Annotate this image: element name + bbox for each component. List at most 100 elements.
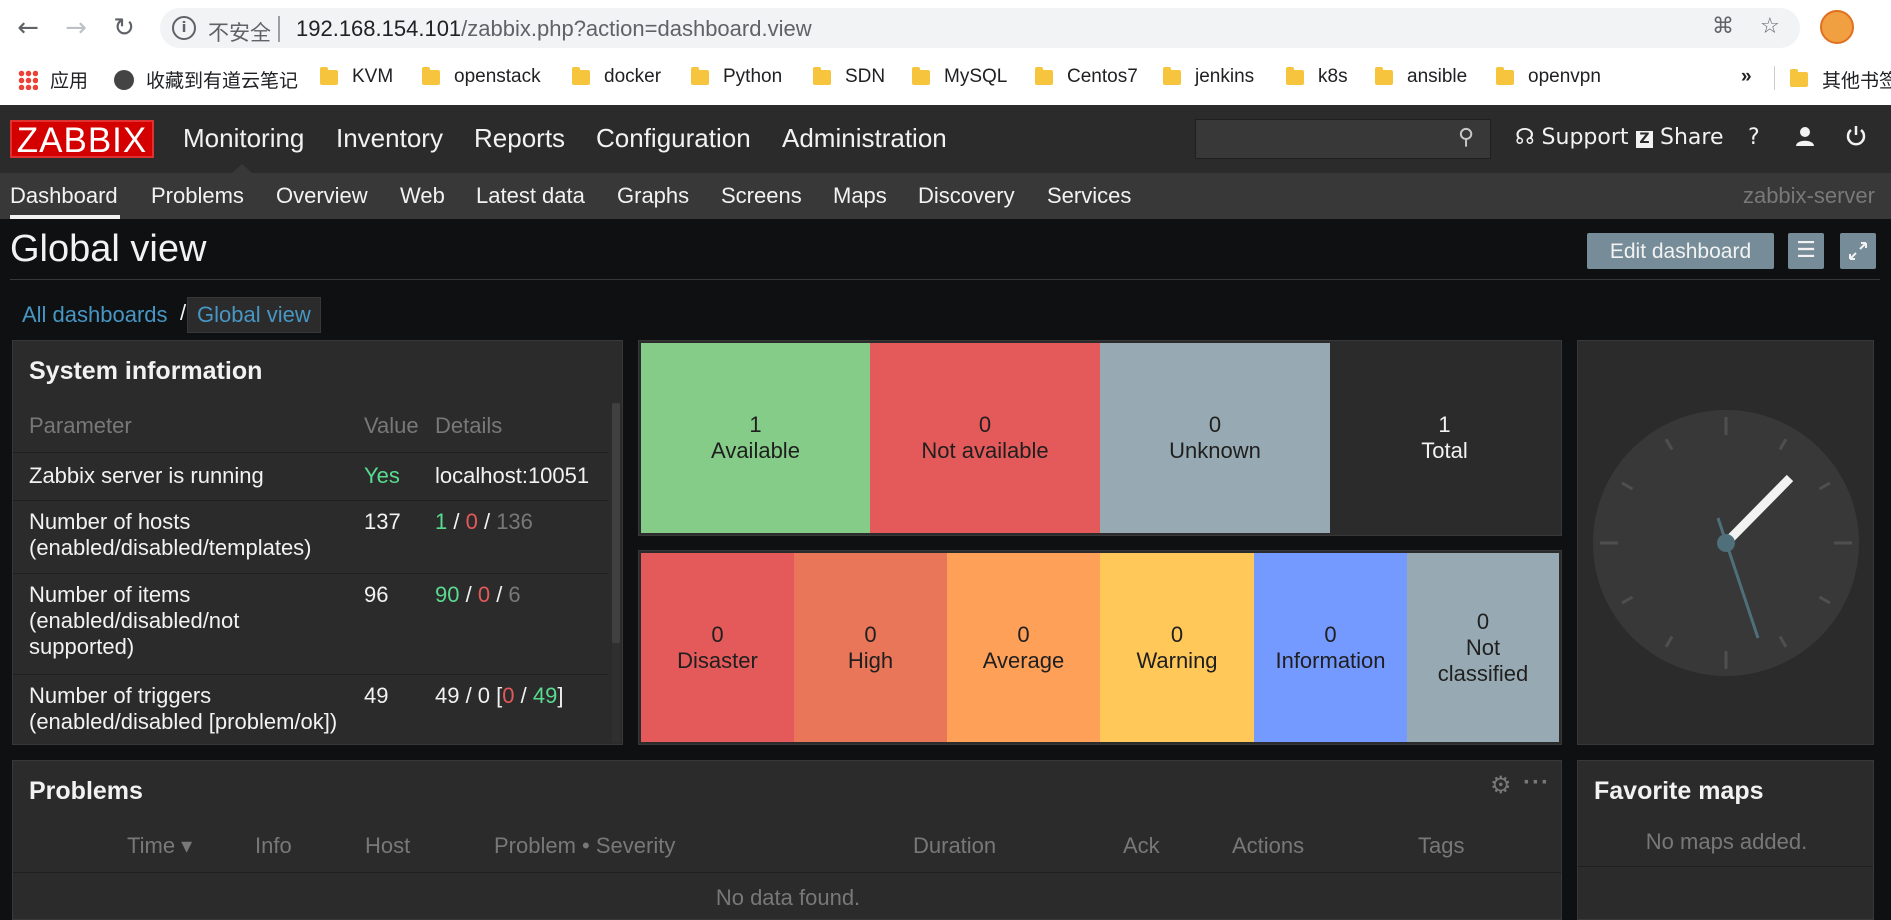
bookmarks-overflow-button[interactable]: » bbox=[1741, 66, 1752, 88]
submenu-maps[interactable]: Maps bbox=[833, 183, 887, 209]
bookmark-k8s[interactable]: k8s bbox=[1286, 66, 1348, 88]
folder-icon bbox=[691, 66, 709, 85]
menu-administration[interactable]: Administration bbox=[782, 123, 947, 154]
host-not-available-box[interactable]: 0 Not available bbox=[870, 343, 1100, 533]
severity-not-classified-box[interactable]: 0 Not classified bbox=[1407, 553, 1559, 742]
bookmark-kvm[interactable]: KVM bbox=[320, 66, 393, 88]
site-info-icon[interactable]: i bbox=[172, 16, 196, 40]
bookmark-ansible[interactable]: ansible bbox=[1375, 66, 1467, 88]
youdao-icon bbox=[114, 69, 134, 90]
url-text[interactable]: 192.168.154.101/zabbix.php?action=dashbo… bbox=[296, 16, 812, 42]
bookmark-openvpn[interactable]: openvpn bbox=[1496, 66, 1601, 88]
back-arrow-icon[interactable]: ← bbox=[12, 12, 44, 44]
submenu-screens[interactable]: Screens bbox=[721, 183, 802, 209]
menu-inventory[interactable]: Inventory bbox=[336, 123, 443, 154]
menu-configuration[interactable]: Configuration bbox=[596, 123, 751, 154]
severity-disaster-box[interactable]: 0 Disaster bbox=[641, 553, 794, 742]
severity-average-box[interactable]: 0 Average bbox=[947, 553, 1100, 742]
user-profile-icon[interactable] bbox=[1794, 125, 1816, 153]
host-available-box[interactable]: 1 Available bbox=[641, 343, 870, 533]
fullscreen-icon[interactable] bbox=[1840, 233, 1876, 269]
folder-icon bbox=[1286, 66, 1304, 85]
folder-icon bbox=[320, 66, 338, 85]
table-row: Number of hosts (enabled/disabled/templa… bbox=[13, 500, 608, 574]
enabled-count: 90 bbox=[435, 582, 460, 607]
host-unknown-box[interactable]: 0 Unknown bbox=[1100, 343, 1330, 533]
main-navigation: ZABBIX Monitoring Inventory Reports Conf… bbox=[0, 105, 1891, 173]
column-header-info: Info bbox=[255, 833, 292, 858]
column-header-time[interactable]: Time ▾ bbox=[127, 833, 192, 859]
address-bar[interactable]: i 不安全 192.168.154.101/zabbix.php?action=… bbox=[160, 8, 1800, 48]
sign-out-power-icon[interactable] bbox=[1845, 125, 1867, 153]
breadcrumb-all-dashboards[interactable]: All dashboards bbox=[22, 302, 168, 328]
folder-icon bbox=[1375, 66, 1393, 85]
scrollbar-track[interactable] bbox=[612, 403, 620, 743]
menu-reports[interactable]: Reports bbox=[474, 123, 565, 154]
share-link[interactable]: Z Share bbox=[1636, 125, 1724, 150]
submenu-problems[interactable]: Problems bbox=[151, 183, 244, 209]
column-header-host[interactable]: Host bbox=[365, 833, 410, 859]
widget-more-options-icon[interactable]: ··· bbox=[1523, 769, 1550, 797]
dashboard-actions-menu-icon[interactable]: ☰ bbox=[1788, 233, 1824, 269]
widget-title: Favorite maps bbox=[1594, 777, 1764, 805]
forward-arrow-icon[interactable]: → bbox=[60, 12, 92, 44]
scrollbar-thumb[interactable] bbox=[612, 403, 620, 643]
severity-high-box[interactable]: 0 High bbox=[794, 553, 947, 742]
bookmark-sdn[interactable]: SDN bbox=[813, 66, 885, 88]
severity-information-box[interactable]: 0 Information bbox=[1254, 553, 1407, 742]
bookmark-docker[interactable]: docker bbox=[572, 66, 661, 88]
severity-warning-box[interactable]: 0 Warning bbox=[1100, 553, 1254, 742]
label: Total bbox=[1421, 438, 1468, 463]
bookmarks-divider bbox=[1774, 66, 1775, 90]
help-icon[interactable]: ? bbox=[1748, 125, 1760, 150]
edit-dashboard-button[interactable]: Edit dashboard bbox=[1587, 233, 1774, 269]
value-cell: 49 bbox=[364, 683, 389, 708]
search-input[interactable] bbox=[1195, 119, 1491, 159]
host-total-box[interactable]: 1 Total bbox=[1330, 343, 1559, 533]
bookmark-label: KVM bbox=[352, 66, 394, 87]
submenu-discovery[interactable]: Discovery bbox=[918, 183, 1015, 209]
zabbix-logo[interactable]: ZABBIX bbox=[10, 120, 154, 160]
reload-icon[interactable]: ↻ bbox=[108, 12, 140, 44]
bookmark-youdao[interactable]: 收藏到有道云笔记 bbox=[114, 66, 298, 93]
bookmark-python[interactable]: Python bbox=[691, 66, 782, 88]
support-link[interactable]: ☊ Support bbox=[1515, 125, 1629, 150]
address-divider bbox=[278, 16, 280, 42]
support-label: Support bbox=[1541, 125, 1629, 150]
bookmark-jenkins[interactable]: jenkins bbox=[1163, 66, 1254, 88]
bookmark-openstack[interactable]: openstack bbox=[422, 66, 541, 88]
submenu-dashboard[interactable]: Dashboard bbox=[10, 183, 118, 209]
bookmark-label: Python bbox=[723, 66, 783, 87]
favorite-maps-widget: Favorite maps No maps added. bbox=[1577, 760, 1874, 920]
submenu-web[interactable]: Web bbox=[400, 183, 445, 209]
param-cell: Zabbix server is running bbox=[29, 463, 264, 488]
profile-avatar[interactable] bbox=[1820, 10, 1854, 44]
folder-icon bbox=[1163, 66, 1181, 85]
submenu-services[interactable]: Services bbox=[1047, 183, 1131, 209]
breadcrumb-current[interactable]: Global view bbox=[187, 297, 321, 333]
column-header-problem-severity[interactable]: Problem • Severity bbox=[494, 833, 675, 859]
menu-monitoring[interactable]: Monitoring bbox=[183, 123, 304, 154]
disabled-count: 0 bbox=[477, 582, 491, 607]
title-divider bbox=[10, 279, 1880, 280]
enabled-count: 1 bbox=[435, 509, 448, 534]
share-z-icon: Z bbox=[1636, 131, 1653, 148]
submenu-graphs[interactable]: Graphs bbox=[617, 183, 689, 209]
submenu-overview[interactable]: Overview bbox=[276, 183, 368, 209]
host-availability-widget: 1 Available 0 Not available 0 Unknown 1 Tota… bbox=[638, 340, 1562, 536]
folder-icon bbox=[572, 66, 590, 85]
submenu-latest-data[interactable]: Latest data bbox=[476, 183, 585, 209]
bookmark-other[interactable]: 其他书签 bbox=[1790, 66, 1891, 93]
value-cell: 96 bbox=[364, 582, 389, 607]
bookmark-mysql[interactable]: MySQL bbox=[912, 66, 1007, 88]
label: Information bbox=[1275, 647, 1386, 673]
bookmark-centos7[interactable]: Centos7 bbox=[1035, 66, 1138, 88]
bookmark-star-icon[interactable]: ☆ bbox=[1760, 14, 1780, 39]
search-icon[interactable]: ⚲ bbox=[1458, 125, 1474, 150]
problems-widget: Problems ⚙ ··· Time ▾ Info Host Problem … bbox=[12, 760, 1562, 920]
problem-count: 0 bbox=[502, 683, 515, 708]
translate-icon[interactable]: ⌘ bbox=[1712, 14, 1734, 39]
param-cell: Number of hosts (enabled/disabled/templa… bbox=[29, 509, 312, 560]
widget-settings-gear-icon[interactable]: ⚙ bbox=[1490, 771, 1512, 799]
bookmark-apps[interactable]: 应用 bbox=[18, 66, 88, 93]
